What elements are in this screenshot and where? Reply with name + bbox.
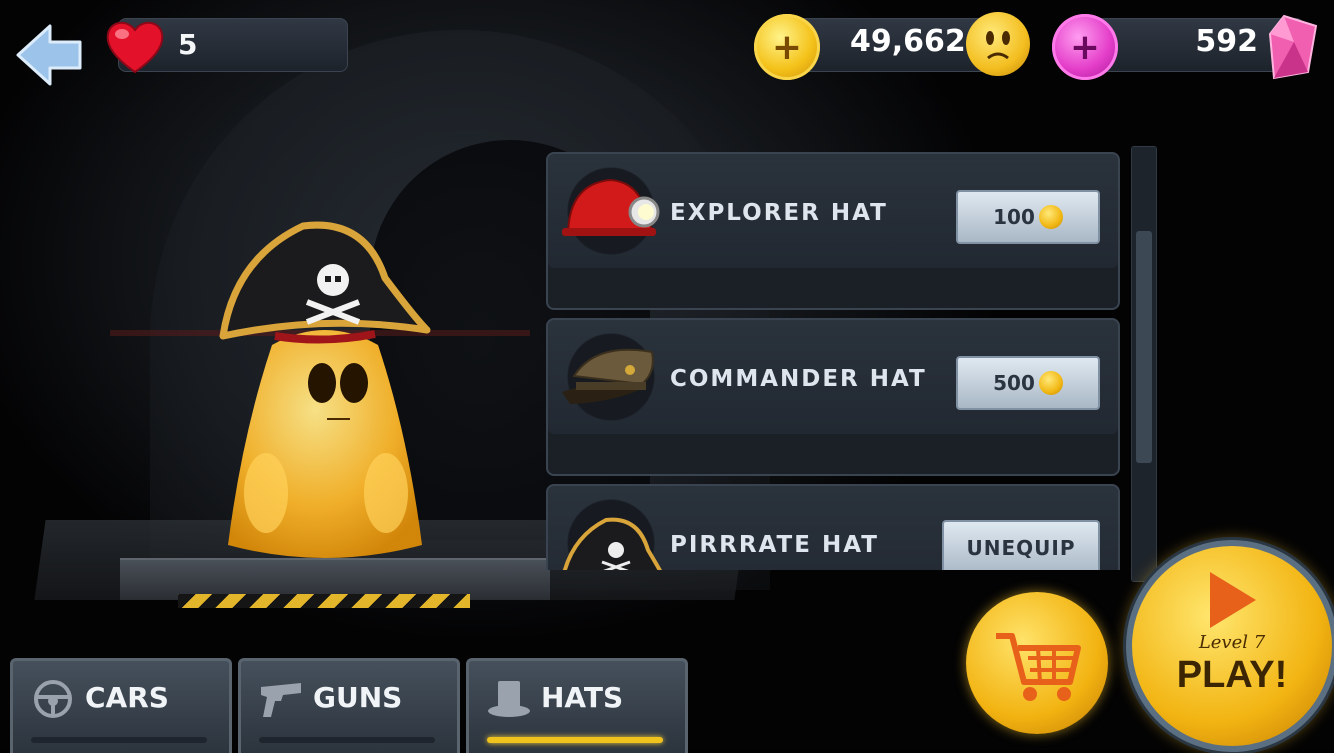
tab-guns[interactable]: GUNS xyxy=(238,658,460,753)
scrollbar-thumb[interactable] xyxy=(1136,231,1152,463)
list-scrollbar[interactable] xyxy=(1131,146,1157,582)
steering-wheel-icon xyxy=(31,679,75,719)
shopping-cart-icon xyxy=(996,633,1081,701)
buy-button[interactable]: 100 xyxy=(956,190,1100,244)
shop-cart-button[interactable] xyxy=(966,592,1108,734)
item-name: PIRRRATE HAT xyxy=(670,532,879,558)
item-name: EXPLORER HAT xyxy=(670,200,888,226)
list-item: COMMANDER HAT 500 xyxy=(546,318,1120,476)
heart-icon xyxy=(104,16,166,76)
tab-label: GUNS xyxy=(313,681,403,714)
item-name: COMMANDER HAT xyxy=(670,366,927,392)
list-item: EXPLORER HAT 100 xyxy=(546,152,1120,310)
tab-indicator xyxy=(31,737,207,743)
unequip-label: UNEQUIP xyxy=(966,536,1076,560)
coins-count: 49,662 xyxy=(850,24,966,59)
add-coins-button[interactable]: + xyxy=(754,14,820,80)
plus-icon: + xyxy=(1069,26,1101,68)
back-button[interactable] xyxy=(14,22,84,88)
gem-icon xyxy=(1268,12,1320,80)
gems-count: 592 xyxy=(1195,24,1258,59)
tab-label: CARS xyxy=(85,681,169,714)
lives-count: 5 xyxy=(178,28,198,61)
list-item: PIRRRATE HAT UNEQUIP xyxy=(546,484,1120,570)
unequip-button[interactable]: UNEQUIP xyxy=(942,520,1100,570)
coin-icon xyxy=(1038,371,1063,395)
add-gems-button[interactable]: + xyxy=(1052,14,1118,80)
play-triangle-icon xyxy=(1210,572,1256,628)
tab-hats[interactable]: HATS xyxy=(466,658,688,753)
officer-cap-icon xyxy=(556,332,666,422)
price-label: 500 xyxy=(993,371,1035,395)
tab-indicator xyxy=(259,737,435,743)
pirate-hat-icon xyxy=(556,498,666,570)
play-button[interactable]: Level 7 PLAY! xyxy=(1126,540,1334,752)
pirate-hat-icon xyxy=(215,218,431,348)
miner-helmet-icon xyxy=(556,166,666,256)
play-label: PLAY! xyxy=(1176,654,1288,696)
coin-icon xyxy=(966,12,1030,76)
pistol-icon xyxy=(259,679,303,719)
coin-icon xyxy=(1038,205,1063,229)
price-label: 100 xyxy=(993,205,1035,229)
tab-indicator xyxy=(487,737,663,743)
tab-label: HATS xyxy=(541,681,624,714)
tab-cars[interactable]: CARS xyxy=(10,658,232,753)
hat-shop-list: EXPLORER HAT 100 COMMANDER HAT 500 PIRRR… xyxy=(546,152,1120,570)
level-label: Level 7 xyxy=(1198,632,1266,653)
buy-button[interactable]: 500 xyxy=(956,356,1100,410)
back-arrow-icon xyxy=(16,24,82,86)
hazard-stripes xyxy=(178,594,470,608)
top-hat-icon xyxy=(487,679,531,719)
character-blob xyxy=(222,315,428,565)
plus-icon: + xyxy=(771,26,803,68)
